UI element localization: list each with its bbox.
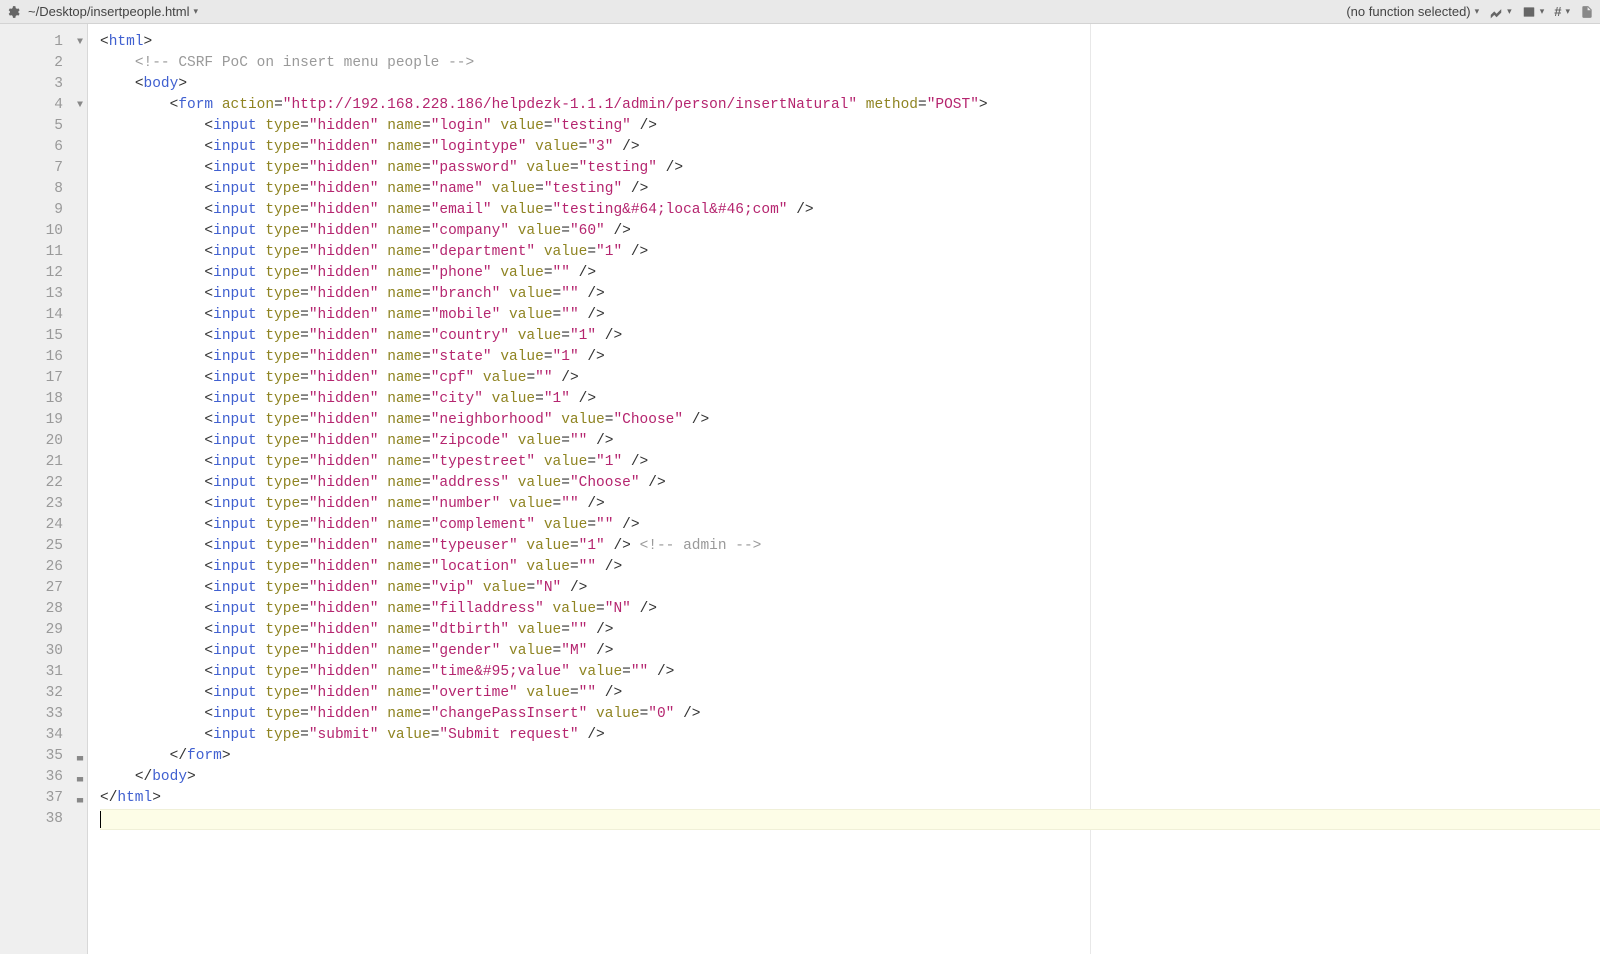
- gutter-row[interactable]: 34: [0, 725, 83, 746]
- code-line[interactable]: <input type="submit" value="Submit reque…: [100, 725, 1600, 746]
- code-line[interactable]: <input type="hidden" name="gender" value…: [100, 641, 1600, 662]
- gutter-row[interactable]: 15: [0, 326, 83, 347]
- gutter-row[interactable]: 32: [0, 683, 83, 704]
- code-line[interactable]: <input type="hidden" name="complement" v…: [100, 515, 1600, 536]
- gutter-row[interactable]: 14: [0, 305, 83, 326]
- gutter-row[interactable]: 12: [0, 263, 83, 284]
- code-line[interactable]: <input type="hidden" name="country" valu…: [100, 326, 1600, 347]
- gutter-row[interactable]: 4▼: [0, 95, 83, 116]
- editor: 1▼234▼5678910111213141516171819202122232…: [0, 24, 1600, 954]
- new-document-icon[interactable]: [1580, 5, 1594, 19]
- code-line[interactable]: <input type="hidden" name="city" value="…: [100, 389, 1600, 410]
- code-line[interactable]: <form action="http://192.168.228.186/hel…: [100, 95, 1600, 116]
- gutter-row[interactable]: 29: [0, 620, 83, 641]
- code-line[interactable]: <input type="hidden" name="dtbirth" valu…: [100, 620, 1600, 641]
- gutter-row[interactable]: 11: [0, 242, 83, 263]
- code-line[interactable]: <input type="hidden" name="email" value=…: [100, 200, 1600, 221]
- code-line[interactable]: <!-- CSRF PoC on insert menu people -->: [100, 53, 1600, 74]
- code-line[interactable]: </body>: [100, 767, 1600, 788]
- code-line[interactable]: <input type="hidden" name="cpf" value=""…: [100, 368, 1600, 389]
- chevron-down-icon: ▾: [194, 6, 199, 17]
- code-line[interactable]: <input type="hidden" name="phone" value=…: [100, 263, 1600, 284]
- code-line[interactable]: <input type="hidden" name="changePassIns…: [100, 704, 1600, 725]
- gutter-row[interactable]: 33: [0, 704, 83, 725]
- code-line[interactable]: <input type="hidden" name="location" val…: [100, 557, 1600, 578]
- gutter-row[interactable]: 5: [0, 116, 83, 137]
- gutter-row[interactable]: 36▃: [0, 767, 83, 788]
- code-line[interactable]: <input type="hidden" name="login" value=…: [100, 116, 1600, 137]
- gutter-row[interactable]: 16: [0, 347, 83, 368]
- file-path-dropdown[interactable]: ~/Desktop/insertpeople.html ▾: [28, 4, 198, 19]
- gutter-row[interactable]: 17: [0, 368, 83, 389]
- gutter-row[interactable]: 37▃: [0, 788, 83, 809]
- line-gutter[interactable]: 1▼234▼5678910111213141516171819202122232…: [0, 24, 88, 954]
- gutter-row[interactable]: 30: [0, 641, 83, 662]
- gear-icon[interactable]: [6, 5, 20, 19]
- file-path-label: ~/Desktop/insertpeople.html: [28, 4, 190, 19]
- code-line[interactable]: </html>: [100, 788, 1600, 809]
- gutter-row[interactable]: 27: [0, 578, 83, 599]
- code-line[interactable]: <input type="hidden" name="password" val…: [100, 158, 1600, 179]
- code-line[interactable]: <input type="hidden" name="name" value="…: [100, 179, 1600, 200]
- code-line[interactable]: </form>: [100, 746, 1600, 767]
- gutter-row[interactable]: 13: [0, 284, 83, 305]
- gutter-row[interactable]: 20: [0, 431, 83, 452]
- code-line[interactable]: <input type="hidden" name="typestreet" v…: [100, 452, 1600, 473]
- gutter-row[interactable]: 23: [0, 494, 83, 515]
- gutter-row[interactable]: 8: [0, 179, 83, 200]
- gutter-row[interactable]: 18: [0, 389, 83, 410]
- marker-menu[interactable]: ▾: [1489, 5, 1512, 19]
- gutter-row[interactable]: 24: [0, 515, 83, 536]
- gutter-row[interactable]: 31: [0, 662, 83, 683]
- chevron-down-icon: ▾: [1507, 6, 1512, 17]
- gutter-row[interactable]: 21: [0, 452, 83, 473]
- gutter-row[interactable]: 25: [0, 536, 83, 557]
- code-line[interactable]: <input type="hidden" name="department" v…: [100, 242, 1600, 263]
- gutter-row[interactable]: 35▃: [0, 746, 83, 767]
- gutter-row[interactable]: 7: [0, 158, 83, 179]
- code-line[interactable]: <body>: [100, 74, 1600, 95]
- chevron-down-icon: ▾: [1565, 6, 1570, 17]
- code-line[interactable]: <input type="hidden" name="company" valu…: [100, 221, 1600, 242]
- code-line[interactable]: <input type="hidden" name="overtime" val…: [100, 683, 1600, 704]
- function-selector-dropdown[interactable]: (no function selected) ▾: [1346, 4, 1479, 19]
- chevron-down-icon: ▾: [1540, 6, 1545, 17]
- code-line[interactable]: <input type="hidden" name="time&#95;valu…: [100, 662, 1600, 683]
- code-line[interactable]: <input type="hidden" name="zipcode" valu…: [100, 431, 1600, 452]
- gutter-row[interactable]: 28: [0, 599, 83, 620]
- gutter-row[interactable]: 19: [0, 410, 83, 431]
- gutter-row[interactable]: 22: [0, 473, 83, 494]
- code-area[interactable]: <html> <!-- CSRF PoC on insert menu peop…: [88, 24, 1600, 954]
- chevron-down-icon: ▾: [1475, 6, 1480, 17]
- code-line[interactable]: <input type="hidden" name="number" value…: [100, 494, 1600, 515]
- gutter-row[interactable]: 3: [0, 74, 83, 95]
- gutter-row[interactable]: 2: [0, 53, 83, 74]
- code-line[interactable]: <input type="hidden" name="neighborhood"…: [100, 410, 1600, 431]
- gutter-row[interactable]: 6: [0, 137, 83, 158]
- layout-menu[interactable]: ▾: [1522, 5, 1545, 19]
- gutter-row[interactable]: 26: [0, 557, 83, 578]
- code-line[interactable]: <input type="hidden" name="typeuser" val…: [100, 536, 1600, 557]
- code-line[interactable]: <html>: [100, 32, 1600, 53]
- gutter-row[interactable]: 1▼: [0, 32, 83, 53]
- code-line[interactable]: <input type="hidden" name="mobile" value…: [100, 305, 1600, 326]
- gutter-row[interactable]: 9: [0, 200, 83, 221]
- toolbar: ~/Desktop/insertpeople.html ▾ (no functi…: [0, 0, 1600, 24]
- code-line-current[interactable]: [100, 809, 1600, 830]
- code-line[interactable]: <input type="hidden" name="address" valu…: [100, 473, 1600, 494]
- code-line[interactable]: <input type="hidden" name="branch" value…: [100, 284, 1600, 305]
- code-line[interactable]: <input type="hidden" name="vip" value="N…: [100, 578, 1600, 599]
- gutter-row[interactable]: 10: [0, 221, 83, 242]
- code-line[interactable]: <input type="hidden" name="logintype" va…: [100, 137, 1600, 158]
- gutter-row[interactable]: 38: [0, 809, 83, 830]
- function-selector-label: (no function selected): [1346, 4, 1470, 19]
- text-cursor: [100, 811, 101, 828]
- symbol-menu[interactable]: # ▾: [1554, 4, 1570, 19]
- code-line[interactable]: <input type="hidden" name="state" value=…: [100, 347, 1600, 368]
- code-line[interactable]: <input type="hidden" name="filladdress" …: [100, 599, 1600, 620]
